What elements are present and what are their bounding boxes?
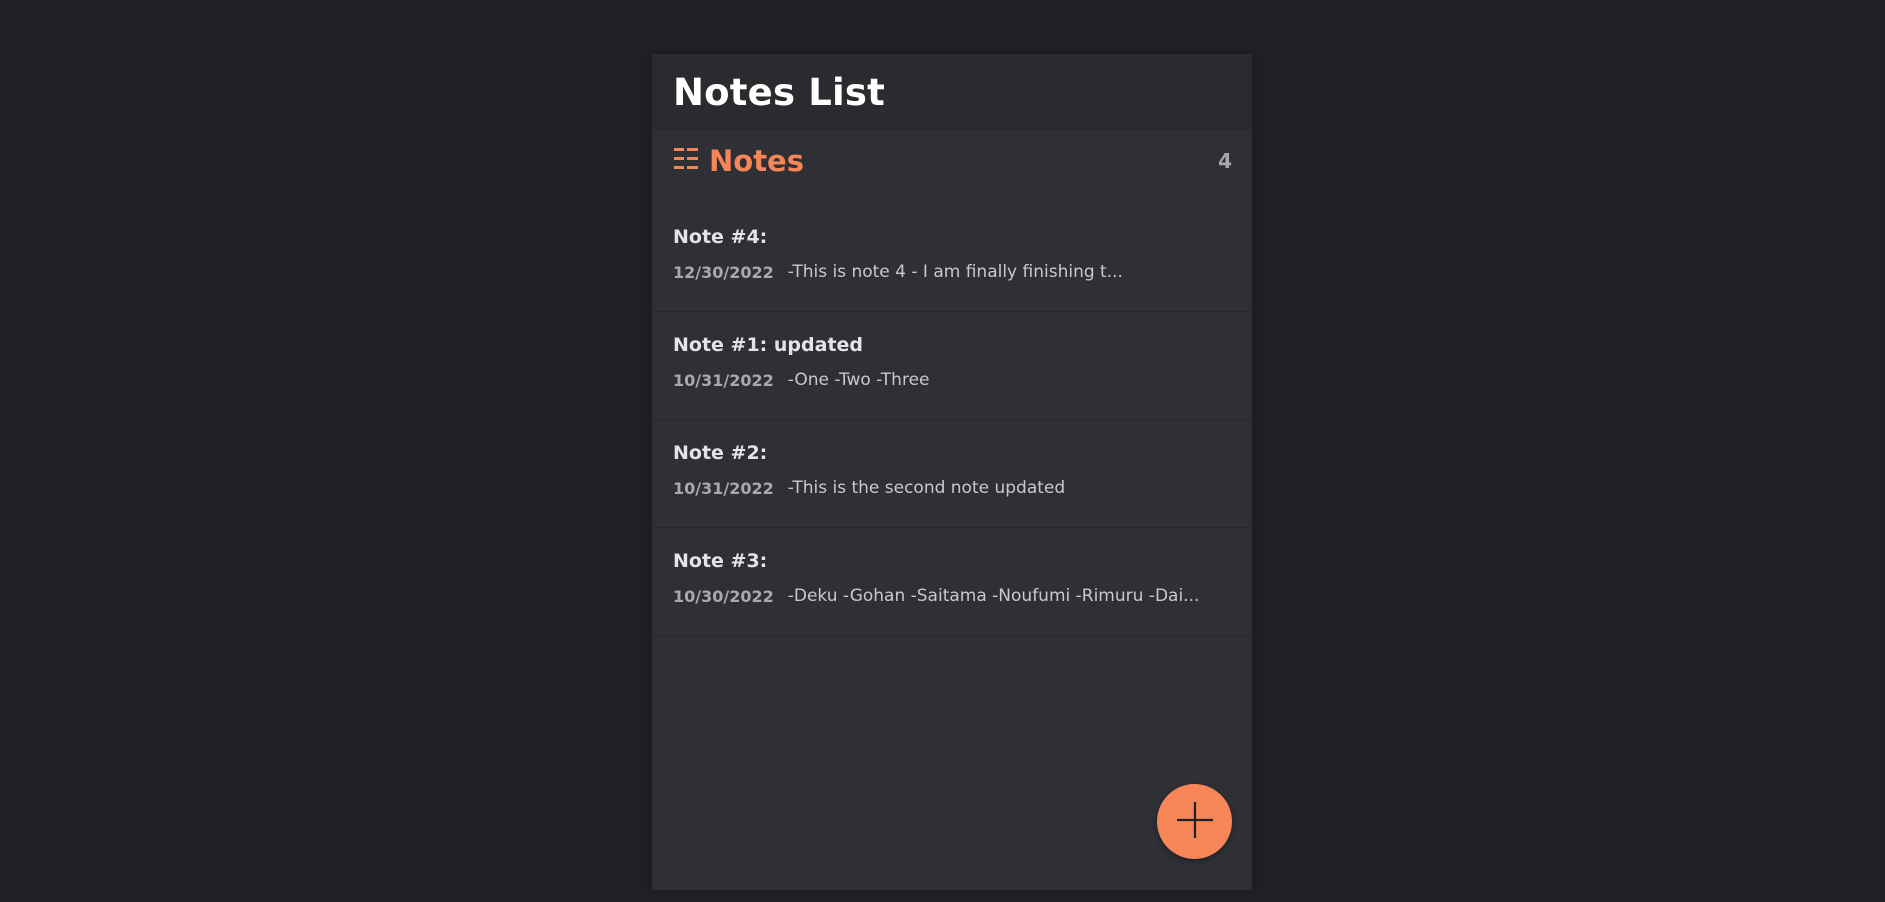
note-meta: 10/31/2022 -This is the second note upda… [673,478,1231,498]
note-date: 12/30/2022 [673,262,774,282]
note-date: 10/30/2022 [673,586,774,606]
page-title: Notes List [673,70,886,114]
note-date: 10/31/2022 [673,370,774,390]
list-item[interactable]: Note #2: 10/31/2022 -This is the second … [652,420,1252,528]
app-header: Notes List [652,54,1252,130]
note-title: Note #3: [673,550,768,572]
list-icon [673,146,699,176]
note-preview: -This is the second note updated [787,478,1066,498]
notes-heading-group: Notes [673,144,804,178]
list-item[interactable]: Note #1: updated 10/31/2022 -One -Two -T… [652,312,1252,420]
notes-heading: Notes [709,144,804,178]
note-meta: 12/30/2022 -This is note 4 - I am finall… [673,262,1231,282]
note-title: Note #2: [673,442,768,464]
note-preview: -This is note 4 - I am finally finishing… [787,262,1123,282]
notes-app: Notes List Notes 4 Note #4: 12/30/2022 -… [652,54,1252,890]
note-meta: 10/30/2022 -Deku -Gohan -Saitama -Noufum… [673,586,1231,606]
note-preview: -Deku -Gohan -Saitama -Noufumi -Rimuru -… [787,586,1200,606]
plus-icon [1175,800,1215,843]
list-item[interactable]: Note #4: 12/30/2022 -This is note 4 - I … [652,204,1252,312]
note-preview: -One -Two -Three [787,370,930,390]
note-date: 10/31/2022 [673,478,774,498]
notes-count: 4 [1218,149,1232,173]
notes-list: Note #4: 12/30/2022 -This is note 4 - I … [652,204,1252,636]
add-note-button[interactable] [1157,784,1232,859]
note-meta: 10/31/2022 -One -Two -Three [673,370,1231,390]
note-title: Note #1: updated [673,334,864,356]
note-title: Note #4: [673,226,768,248]
notes-header: Notes 4 [652,130,1252,192]
list-item[interactable]: Note #3: 10/30/2022 -Deku -Gohan -Saitam… [652,528,1252,636]
